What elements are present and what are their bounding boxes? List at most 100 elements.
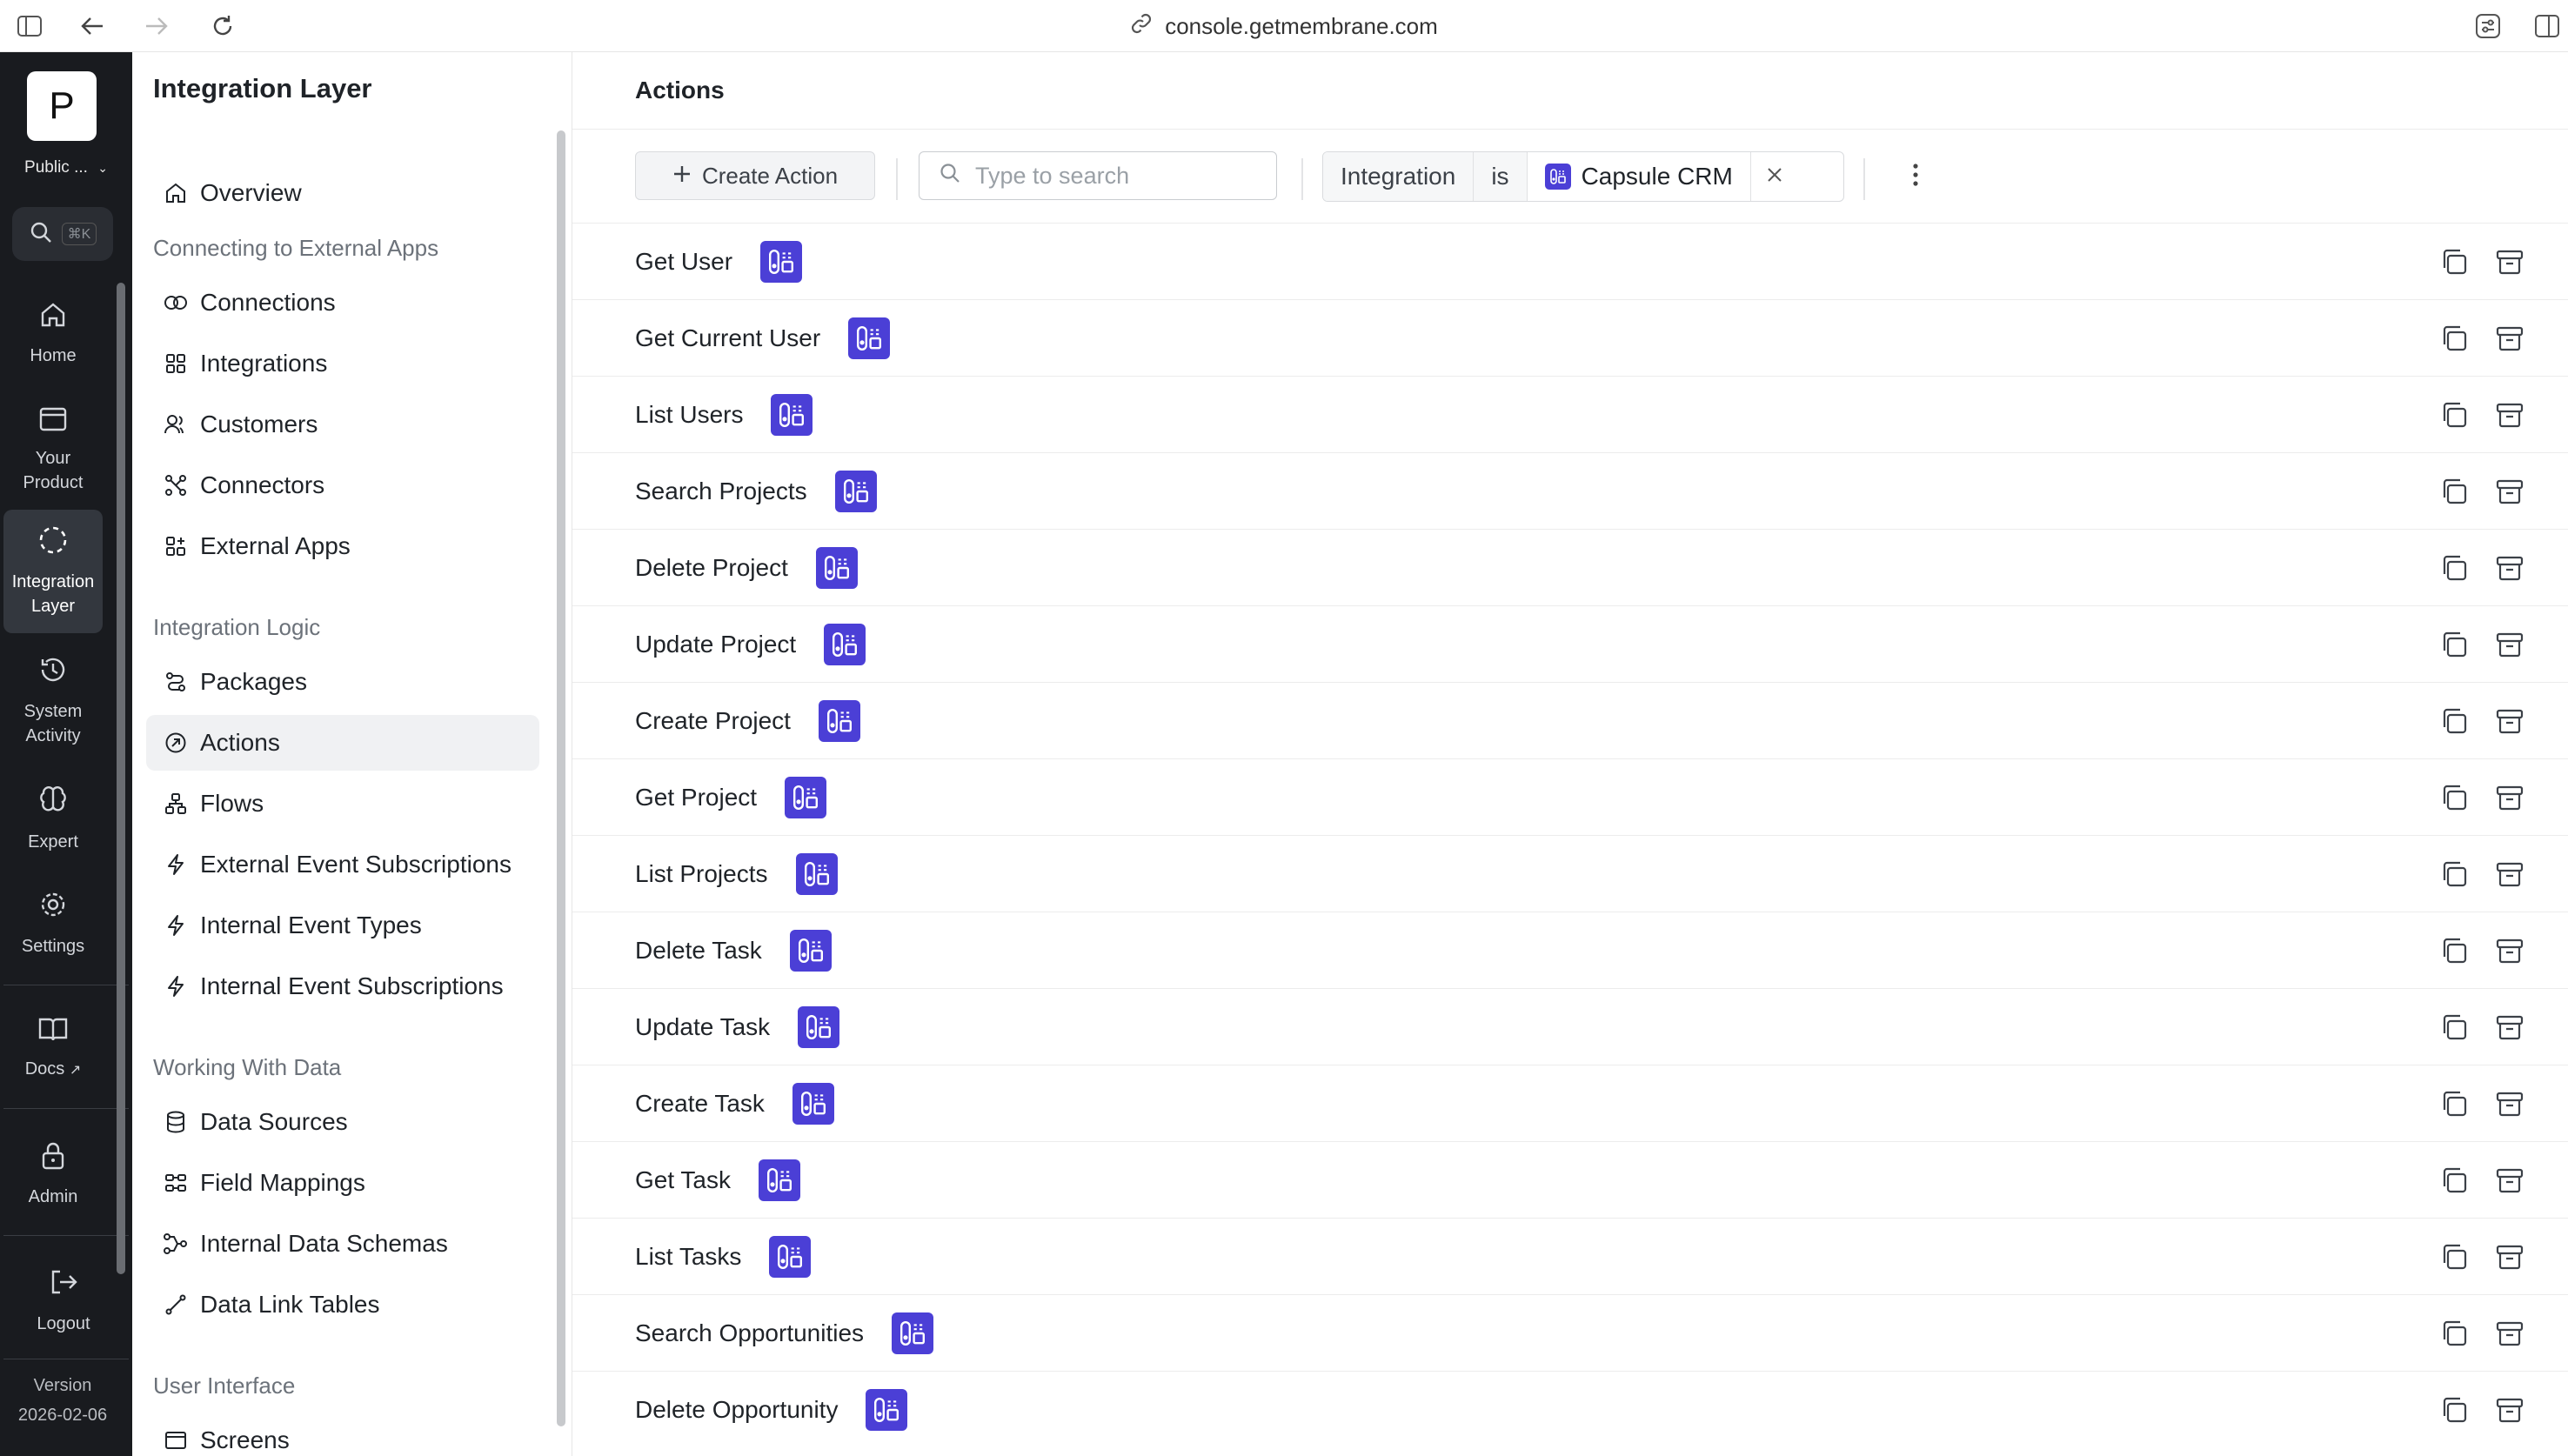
table-row[interactable]: Delete Opportunity xyxy=(572,1371,2568,1447)
action-name[interactable]: List Users xyxy=(635,401,743,429)
sidebar-item-actions[interactable]: Actions xyxy=(146,715,539,771)
sidebar-item-overview[interactable]: Overview xyxy=(146,165,539,221)
archive-icon[interactable] xyxy=(2493,475,2526,508)
rail-item-settings[interactable]: Settings xyxy=(3,875,103,972)
split-view-icon[interactable] xyxy=(2531,10,2563,42)
sidebar-item-flows[interactable]: Flows xyxy=(146,776,539,832)
sidebar-item-internal-event-types[interactable]: Internal Event Types xyxy=(146,898,539,953)
copy-icon[interactable] xyxy=(2438,475,2471,508)
filter-operator[interactable]: is xyxy=(1474,152,1528,201)
table-row[interactable]: Update Project xyxy=(572,605,2568,682)
sidebar-item-customers[interactable]: Customers xyxy=(146,397,539,452)
rail-item-system-activity[interactable]: System Activity xyxy=(3,644,103,758)
search-input[interactable]: Type to search xyxy=(919,151,1277,200)
archive-icon[interactable] xyxy=(2493,551,2526,584)
sidebar-item-internal-data-schemas[interactable]: Internal Data Schemas xyxy=(146,1216,539,1272)
clear-filter-button[interactable] xyxy=(1750,152,1798,201)
table-row[interactable]: List Tasks xyxy=(572,1218,2568,1294)
copy-icon[interactable] xyxy=(2438,1087,2471,1120)
archive-icon[interactable] xyxy=(2493,1393,2526,1426)
archive-icon[interactable] xyxy=(2493,1317,2526,1350)
archive-icon[interactable] xyxy=(2493,1087,2526,1120)
copy-icon[interactable] xyxy=(2438,781,2471,814)
table-row[interactable]: Get User xyxy=(572,223,2568,299)
table-row[interactable]: Get Project xyxy=(572,758,2568,835)
site-settings-icon[interactable] xyxy=(2472,10,2504,42)
action-name[interactable]: Get User xyxy=(635,248,732,276)
copy-icon[interactable] xyxy=(2438,705,2471,738)
rail-scrollbar[interactable] xyxy=(117,283,125,1274)
action-name[interactable]: Delete Project xyxy=(635,554,788,582)
filter-value[interactable]: Capsule CRM xyxy=(1527,152,1751,201)
sidebar-item-field-mappings[interactable]: Field Mappings xyxy=(146,1155,539,1211)
sidebar-item-screens[interactable]: Screens xyxy=(146,1413,539,1456)
copy-icon[interactable] xyxy=(2438,1317,2471,1350)
action-name[interactable]: List Projects xyxy=(635,860,768,888)
archive-icon[interactable] xyxy=(2493,705,2526,738)
table-row[interactable]: Search Projects xyxy=(572,452,2568,529)
action-name[interactable]: Update Project xyxy=(635,631,796,658)
table-row[interactable]: Get Current User xyxy=(572,299,2568,376)
archive-icon[interactable] xyxy=(2493,858,2526,891)
copy-icon[interactable] xyxy=(2438,322,2471,355)
action-name[interactable]: List Tasks xyxy=(635,1243,741,1271)
archive-icon[interactable] xyxy=(2493,1240,2526,1273)
rail-item-your-product[interactable]: Your Product xyxy=(3,393,103,508)
copy-icon[interactable] xyxy=(2438,934,2471,967)
action-name[interactable]: Search Opportunities xyxy=(635,1319,864,1347)
workspace-switcher[interactable]: Public ... ⌄ xyxy=(0,158,132,177)
action-name[interactable]: Create Task xyxy=(635,1090,765,1118)
archive-icon[interactable] xyxy=(2493,1164,2526,1197)
sidebar-item-connections[interactable]: Connections xyxy=(146,275,539,331)
copy-icon[interactable] xyxy=(2438,245,2471,278)
global-search-button[interactable]: ⌘K xyxy=(12,207,113,261)
archive-icon[interactable] xyxy=(2493,245,2526,278)
rail-item-docs[interactable]: Docs ↗ xyxy=(3,1000,103,1098)
action-name[interactable]: Get Task xyxy=(635,1166,731,1194)
sidebar-item-data-link-tables[interactable]: Data Link Tables xyxy=(146,1277,539,1332)
action-name[interactable]: Delete Task xyxy=(635,937,762,965)
sidebar-item-external-apps[interactable]: External Apps xyxy=(146,518,539,574)
archive-icon[interactable] xyxy=(2493,934,2526,967)
table-row[interactable]: Search Opportunities xyxy=(572,1294,2568,1371)
rail-item-expert[interactable]: Expert xyxy=(3,771,103,868)
action-name[interactable]: Search Projects xyxy=(635,478,807,505)
rail-item-logout[interactable]: Logout xyxy=(14,1252,113,1350)
table-row[interactable]: Delete Project xyxy=(572,529,2568,605)
table-row[interactable]: Delete Task xyxy=(572,912,2568,988)
copy-icon[interactable] xyxy=(2438,398,2471,431)
copy-icon[interactable] xyxy=(2438,628,2471,661)
workspace-logo[interactable]: P xyxy=(27,71,97,141)
copy-icon[interactable] xyxy=(2438,1011,2471,1044)
action-name[interactable]: Delete Opportunity xyxy=(635,1396,838,1424)
table-row[interactable]: Update Task xyxy=(572,988,2568,1065)
sidebar-item-packages[interactable]: Packages xyxy=(146,654,539,710)
sidebar-item-connectors[interactable]: Connectors xyxy=(146,458,539,513)
archive-icon[interactable] xyxy=(2493,1011,2526,1044)
rail-item-home[interactable]: Home xyxy=(3,285,103,383)
copy-icon[interactable] xyxy=(2438,1164,2471,1197)
archive-icon[interactable] xyxy=(2493,628,2526,661)
copy-icon[interactable] xyxy=(2438,1240,2471,1273)
table-row[interactable]: Create Task xyxy=(572,1065,2568,1141)
copy-icon[interactable] xyxy=(2438,1393,2471,1426)
create-action-button[interactable]: Create Action xyxy=(635,151,875,200)
more-options-button[interactable] xyxy=(1898,151,1933,202)
address-bar[interactable]: console.getmembrane.com xyxy=(0,0,2568,52)
copy-icon[interactable] xyxy=(2438,551,2471,584)
sidebar-scrollbar[interactable] xyxy=(557,130,565,1426)
sidebar-item-integrations[interactable]: Integrations xyxy=(146,336,539,391)
sidebar-item-data-sources[interactable]: Data Sources xyxy=(146,1094,539,1150)
rail-item-integration-layer[interactable]: Integration Layer xyxy=(3,510,103,633)
archive-icon[interactable] xyxy=(2493,781,2526,814)
table-row[interactable]: Create Project xyxy=(572,682,2568,758)
archive-icon[interactable] xyxy=(2493,398,2526,431)
sidebar-item-internal-event-subscriptions[interactable]: Internal Event Subscriptions xyxy=(146,958,539,1014)
table-row[interactable]: Get Task xyxy=(572,1141,2568,1218)
copy-icon[interactable] xyxy=(2438,858,2471,891)
action-name[interactable]: Create Project xyxy=(635,707,791,735)
archive-icon[interactable] xyxy=(2493,322,2526,355)
rail-item-admin[interactable]: Admin xyxy=(3,1125,103,1223)
action-name[interactable]: Update Task xyxy=(635,1013,770,1041)
action-name[interactable]: Get Current User xyxy=(635,324,820,352)
